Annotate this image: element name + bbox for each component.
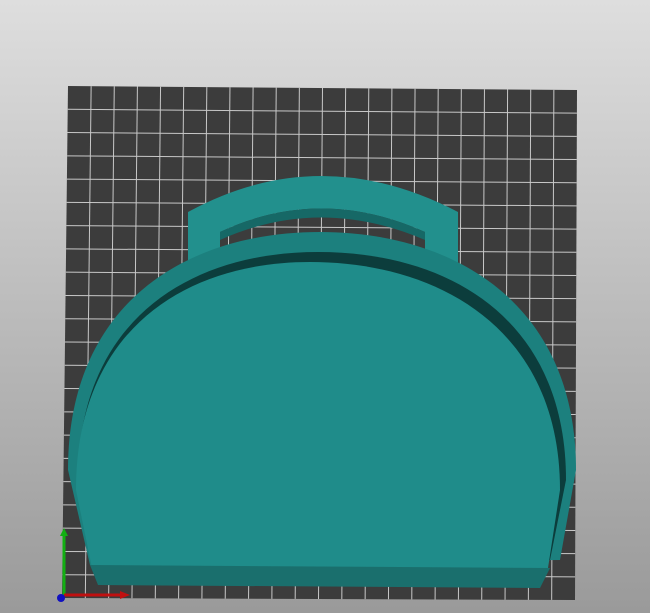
model-base <box>90 565 550 588</box>
z-axis <box>57 594 65 602</box>
3d-viewport[interactable] <box>0 0 650 613</box>
